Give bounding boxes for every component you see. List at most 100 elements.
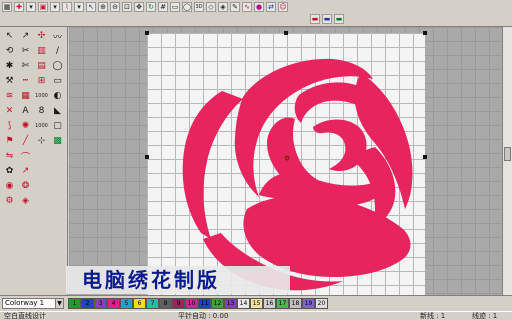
thread-swatch-18[interactable]: 18 [289, 298, 302, 309]
hoop-icon[interactable]: ◯ [182, 2, 192, 12]
sequin-icon[interactable]: ✺ [18, 119, 33, 133]
outline-icon[interactable]: ◯ [50, 59, 65, 73]
people-icon[interactable]: ☺ [278, 2, 288, 12]
thread-icon[interactable]: ∿ [242, 2, 252, 12]
dropdown-icon[interactable]: ▾ [26, 2, 36, 12]
thread-swatch-1[interactable]: 1 [68, 298, 81, 309]
rose-petal-outer-left[interactable] [182, 91, 243, 239]
show-outline-icon[interactable]: ◈ [218, 2, 228, 12]
rose-embroidery-design[interactable] [147, 33, 425, 295]
rose-shape[interactable] [182, 58, 413, 291]
chain-icon[interactable]: ⟆ [2, 119, 17, 133]
zoom-out-icon[interactable]: ⊖ [110, 2, 120, 12]
selection-handle-top-left[interactable] [145, 31, 149, 35]
realistic-view-icon[interactable]: 3D [194, 2, 204, 12]
car-blue-icon[interactable]: ▬ [322, 14, 332, 24]
pan-icon[interactable]: ✥ [134, 2, 144, 12]
thread-swatch-9[interactable]: 9 [172, 298, 185, 309]
ribbon-icon[interactable]: ⊞ [34, 74, 49, 88]
rectangle-icon[interactable]: ▭ [50, 74, 65, 88]
motif-icon[interactable]: ✱ [2, 59, 17, 73]
lettering-icon[interactable]: A [18, 104, 33, 118]
thread-swatch-11[interactable]: 11 [198, 298, 211, 309]
vertical-scrollbar-thumb[interactable] [504, 147, 511, 161]
applique-icon[interactable]: ⚑ [2, 134, 17, 148]
sequence-icon[interactable]: ⇄ [266, 2, 276, 12]
crosshair-icon[interactable]: ✚ [14, 2, 24, 12]
thread-swatch-8[interactable]: 8 [159, 298, 172, 309]
needle-icon[interactable]: ✎ [230, 2, 240, 12]
zoom-in-icon[interactable]: ⊕ [98, 2, 108, 12]
fill-icon[interactable]: ▣ [38, 2, 48, 12]
color-drop-icon[interactable]: ● [254, 2, 264, 12]
zoom-box-icon[interactable]: ⊡ [122, 2, 132, 12]
thread-swatch-2[interactable]: 2 [81, 298, 94, 309]
photo-stitch-icon[interactable]: ◈ [18, 194, 33, 208]
selection-handle-mid-left[interactable] [145, 155, 149, 159]
refresh-icon[interactable]: ↻ [146, 2, 156, 12]
block-icon[interactable]: ◐ [50, 89, 65, 103]
rotate-icon[interactable]: ⟲ [2, 44, 17, 58]
auto-digitize-icon[interactable]: ⚙ [2, 194, 17, 208]
selection-handle-mid-right[interactable] [423, 155, 427, 159]
view-grid-icon[interactable]: ▦ [2, 2, 12, 12]
vertical-scrollbar[interactable] [502, 27, 512, 295]
thread-swatch-13[interactable]: 13 [224, 298, 237, 309]
mirror-icon[interactable]: ⇋ [2, 149, 17, 163]
thread-swatch-17[interactable]: 17 [276, 298, 289, 309]
run-stitch-icon[interactable]: ┅ [18, 74, 33, 88]
thread-swatch-19[interactable]: 19 [302, 298, 315, 309]
select-icon[interactable]: ↖ [86, 2, 96, 12]
shear-icon[interactable]: ⚒ [2, 74, 17, 88]
bean-icon[interactable]: ▤ [34, 59, 49, 73]
fill-area-icon[interactable]: ◣ [50, 104, 65, 118]
texture-icon[interactable]: ▩ [50, 134, 65, 148]
curve-icon[interactable]: 〰 [50, 29, 65, 43]
thread-swatch-5[interactable]: 5 [120, 298, 133, 309]
thread-swatch-4[interactable]: 4 [107, 298, 120, 309]
colorway-select[interactable]: Colorway 1 ▼ [2, 298, 64, 309]
stroke-icon[interactable]: ∕ [50, 44, 65, 58]
stitch-select-icon[interactable]: ✣ [34, 29, 49, 43]
contour-icon[interactable]: ⌒ [18, 149, 33, 163]
grid-icon[interactable]: # [158, 2, 168, 12]
arrow-icon[interactable]: ↗ [18, 164, 33, 178]
reshape-icon[interactable]: ↗ [18, 29, 33, 43]
stitch-icon[interactable]: ⌇ [62, 2, 72, 12]
number2-icon[interactable]: 1000 [34, 119, 49, 133]
thread-swatch-10[interactable]: 10 [185, 298, 198, 309]
tatami-icon[interactable]: ▦ [18, 89, 33, 103]
ruler-icon[interactable]: ▭ [170, 2, 180, 12]
column-icon[interactable]: ▥ [34, 44, 49, 58]
edge-icon[interactable]: ╱ [18, 134, 33, 148]
number-icon[interactable]: 1000 [34, 89, 49, 103]
trace-icon[interactable]: ✄ [18, 59, 33, 73]
design-canvas-area[interactable] [69, 27, 502, 295]
spiral-icon[interactable]: ❂ [18, 179, 33, 193]
knife-icon[interactable]: ✂ [18, 44, 33, 58]
dropdown-icon[interactable]: ▾ [74, 2, 84, 12]
dropdown-icon[interactable]: ▾ [50, 2, 60, 12]
cross-stitch-icon[interactable]: ✕ [2, 104, 17, 118]
star-icon[interactable]: ✿ [2, 164, 17, 178]
selection-handle-top-mid[interactable] [284, 31, 288, 35]
thread-swatch-7[interactable]: 7 [146, 298, 159, 309]
thread-swatch-6[interactable]: 6 [133, 298, 146, 309]
circle-fill-icon[interactable]: ◉ [2, 179, 17, 193]
pointer-icon[interactable]: ↖ [2, 29, 17, 43]
car-red-icon[interactable]: ▬ [310, 14, 320, 24]
thread-swatch-15[interactable]: 15 [250, 298, 263, 309]
punch-icon[interactable]: ⊹ [34, 134, 49, 148]
thread-swatch-12[interactable]: 12 [211, 298, 224, 309]
thread-swatch-3[interactable]: 3 [94, 298, 107, 309]
thread-swatch-16[interactable]: 16 [263, 298, 276, 309]
wave-icon[interactable]: ≋ [2, 89, 17, 103]
selection-handle-top-right[interactable] [423, 31, 427, 35]
show-stitches-icon[interactable]: ◇ [206, 2, 216, 12]
chevron-down-icon[interactable]: ▼ [55, 299, 63, 308]
thread-swatch-20[interactable]: 20 [315, 298, 328, 309]
monogram-icon[interactable]: 8 [34, 104, 49, 118]
car-green-icon[interactable]: ▬ [334, 14, 344, 24]
thread-swatch-14[interactable]: 14 [237, 298, 250, 309]
trim-icon[interactable]: ▢ [50, 119, 65, 133]
